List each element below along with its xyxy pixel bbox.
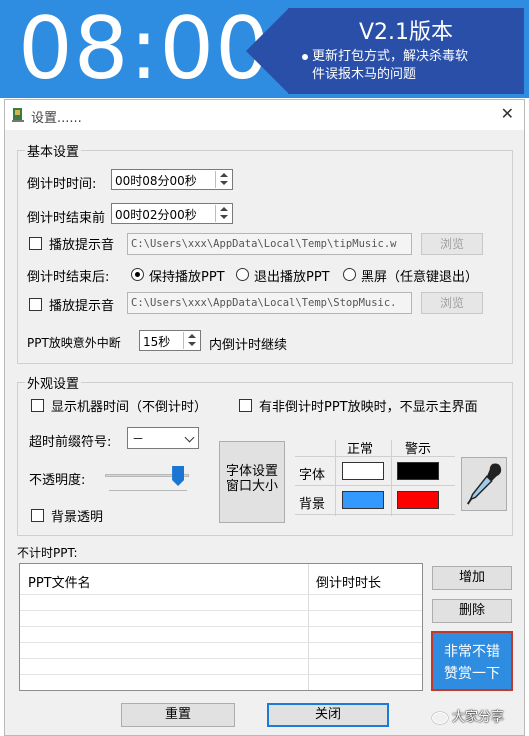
play-sound1-checkbox[interactable] [29,237,42,250]
hide-main-ui-checkbox[interactable] [239,399,252,412]
countdown-banner: 08:00 V2.1版本 更新打包方式，解决杀毒软 件误报木马的问题 [0,0,529,98]
prefix-value: － [132,432,145,446]
countdown-time-input[interactable]: 00时08分00秒 [111,169,233,190]
settings-window: 设置...... ✕ 基本设置 倒计时时间: 00时08分00秒 倒计时结束前 … [4,99,525,736]
bg-warning-swatch[interactable] [397,491,439,509]
spinner-icon[interactable] [183,332,199,349]
interrupt-label: PPT放映意外中断 [27,336,121,350]
font-normal-swatch[interactable] [342,462,384,480]
no-timer-table[interactable]: PPT文件名 倒计时时长 [19,563,423,691]
prefix-select[interactable]: － [127,427,199,449]
color-grid-line [391,440,392,516]
row-bg-label: 背景 [299,497,326,512]
callout-arrow [246,8,289,94]
opacity-label: 不透明度: [29,473,86,488]
sound1-path-field[interactable]: C:\Users\xxx\AppData\Local\Temp\tipMusic… [127,233,412,255]
hide-main-ui-label: 有非倒计时PPT放映时，不显示主界面 [259,400,478,415]
bg-transparent-label: 背景透明 [51,510,104,525]
spinner-icon[interactable] [215,205,231,222]
watermark-text: 大家分享 [452,710,505,725]
color-grid-line [295,514,455,515]
reward-button[interactable]: 非常不错 赞赏一下 [431,631,513,691]
after-end-label: 倒计时结束后: [27,270,110,285]
keep-ppt-label: 保持播放PPT [149,270,225,285]
col-file-name-header[interactable]: PPT文件名 [28,572,91,591]
prefix-label: 超时前缀符号: [29,435,112,450]
show-machine-time-checkbox[interactable] [31,399,44,412]
exit-ppt-radio[interactable] [236,268,249,281]
opacity-slider-ticks [109,490,187,491]
countdown-time-label: 倒计时时间: [27,177,97,192]
app-icon [12,108,24,122]
bullet-icon [302,53,308,60]
interrupt-input[interactable]: 15秒 [139,330,201,351]
watermark: 大家分享 [432,706,504,725]
end-before-input[interactable]: 00时02分00秒 [111,203,233,224]
reward-line1: 非常不错 [444,644,500,660]
font-button-line1: 字体设置 [225,464,278,479]
title-bar[interactable]: 设置...... ✕ [5,100,524,130]
black-screen-radio[interactable] [343,268,356,281]
appearance-label: 外观设置 [25,373,82,392]
show-machine-time-label: 显示机器时间（不倒计时） [51,400,208,415]
update-note-line1: 更新打包方式，解决杀毒软 [312,49,469,64]
browse2-button[interactable]: 浏览 [421,292,483,314]
col-duration-header[interactable]: 倒计时时长 [316,572,381,591]
add-button[interactable]: 增加 [432,566,512,590]
interrupt-value: 15秒 [143,335,171,349]
font-window-size-button[interactable]: 字体设置 窗口大小 [219,441,285,523]
color-grid-line [295,485,455,486]
reward-line2: 赞赏一下 [444,666,500,682]
interrupt-suffix: 内倒计时继续 [209,338,288,353]
bg-normal-swatch[interactable] [342,491,384,509]
keep-ppt-radio[interactable] [131,268,144,281]
play-sound2-checkbox[interactable] [29,298,42,311]
col-warning-label: 警示 [405,442,432,457]
wechat-icon [432,711,448,724]
close-button[interactable]: 关闭 [267,703,389,727]
black-screen-label: 黑屏（任意键退出） [361,270,479,285]
table-row [20,674,422,675]
play-sound1-label: 播放提示音 [49,238,115,253]
play-sound2-label: 播放提示音 [49,299,115,314]
update-note-line2: 件误报木马的问题 [312,67,417,82]
row-font-label: 字体 [299,468,326,483]
column-divider [308,564,309,690]
spinner-icon[interactable] [215,171,231,188]
table-row [20,642,422,643]
window-title: 设置...... [31,111,82,126]
color-grid-line [335,440,336,516]
eyedropper-icon [466,463,502,505]
bg-transparent-checkbox[interactable] [31,509,44,522]
update-note: 更新打包方式，解决杀毒软 件误报木马的问题 [302,48,518,84]
col-normal-label: 正常 [347,442,374,457]
exit-ppt-label: 退出播放PPT [254,270,330,285]
sound2-path-field[interactable]: C:\Users\xxx\AppData\Local\Temp\StopMusi… [127,292,412,314]
table-row [20,610,422,611]
end-before-label: 倒计时结束前 [27,211,106,226]
no-timer-label: 不计时PPT: [17,546,78,560]
end-before-value: 00时02分00秒 [115,208,197,222]
delete-button[interactable]: 删除 [432,599,512,623]
table-row [20,594,422,595]
chevron-down-icon [184,432,195,443]
close-icon[interactable]: ✕ [501,104,514,123]
browse1-button[interactable]: 浏览 [421,233,483,255]
table-row [20,658,422,659]
basic-settings-label: 基本设置 [25,141,82,160]
countdown-time-value: 00时08分00秒 [115,174,197,188]
color-picker-button[interactable] [461,457,507,511]
font-button-line2: 窗口大小 [225,479,278,494]
version-title: V2.1版本 [358,20,454,45]
font-warning-swatch[interactable] [397,462,439,480]
countdown-clock: 08:00 [18,0,271,98]
reset-button[interactable]: 重置 [121,703,235,727]
version-callout: V2.1版本 更新打包方式，解决杀毒软 件误报木马的问题 [288,8,524,94]
table-row [20,626,422,627]
